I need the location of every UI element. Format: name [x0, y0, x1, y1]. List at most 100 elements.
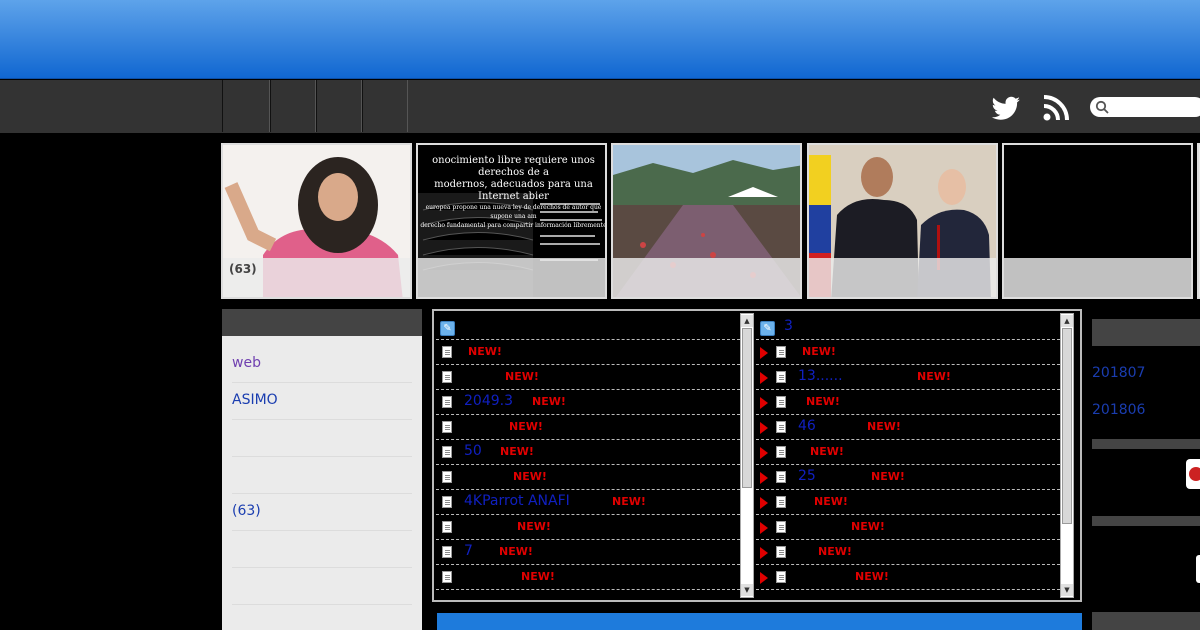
feed-row[interactable]: 2049.3 NEW! [436, 390, 740, 415]
document-icon [776, 371, 786, 383]
arrow-icon [760, 447, 768, 459]
archive-link[interactable]: 201806 [1092, 402, 1145, 418]
document-icon [442, 571, 452, 583]
new-badge: NEW! [521, 570, 555, 583]
nav-tab-1[interactable] [222, 80, 270, 132]
scroll-thumb[interactable] [1062, 328, 1072, 524]
feed-header: ✎ 3 [756, 315, 1060, 340]
new-badge: NEW! [517, 520, 551, 533]
thumbnail-caption [613, 258, 800, 297]
feed-link[interactable]: 13...... [798, 368, 843, 384]
document-icon [776, 521, 786, 533]
arrow-icon [760, 372, 768, 384]
new-badge: NEW! [810, 445, 844, 458]
feed-row[interactable]: NEW! [436, 565, 740, 590]
arrow-icon [760, 547, 768, 559]
feed-row[interactable]: NEW! [756, 515, 1060, 540]
sidebar-item[interactable]: (63) [232, 503, 261, 519]
arrow-icon [760, 422, 768, 434]
new-badge: NEW! [867, 420, 901, 433]
feed-row[interactable]: NEW! [756, 440, 1060, 465]
new-badge: NEW! [532, 395, 566, 408]
feed-link[interactable]: 2049.3 [464, 393, 513, 409]
feed-link[interactable]: 4KParrot ANAFI [464, 493, 570, 509]
arrow-icon [760, 497, 768, 509]
new-badge: NEW! [818, 545, 852, 558]
feed-row[interactable]: 13...... NEW! [756, 365, 1060, 390]
feed-link[interactable]: 50 [464, 443, 482, 459]
feed-row[interactable]: NEW! [756, 490, 1060, 515]
new-badge: NEW! [500, 445, 534, 458]
thumbnail-caption: (63) [223, 258, 410, 297]
document-icon [776, 446, 786, 458]
thumbnail-caption [809, 258, 996, 297]
document-icon [442, 371, 452, 383]
feed-row[interactable]: 4KParrot ANAFI NEW! [436, 490, 740, 515]
feed-row[interactable]: 25 NEW! [756, 465, 1060, 490]
sidebar-right-header [1092, 612, 1200, 630]
document-icon [776, 396, 786, 408]
new-badge: NEW! [802, 345, 836, 358]
headline-line: europea propone una nueva ley de derecho… [425, 204, 602, 220]
nav-tab-4[interactable] [362, 80, 408, 132]
twitter-icon[interactable] [990, 92, 1022, 124]
arrow-icon [760, 347, 768, 359]
divider [232, 456, 412, 457]
nav-tab-2[interactable] [270, 80, 316, 132]
scroll-down-button[interactable]: ▼ [741, 584, 753, 596]
thumbnail-3[interactable] [611, 143, 802, 299]
feed-row[interactable]: NEW! [756, 540, 1060, 565]
thumbnail-4[interactable] [807, 143, 998, 299]
feed-row[interactable]: 50 NEW! [436, 440, 740, 465]
feed-row[interactable]: NEW! [436, 365, 740, 390]
feed-link[interactable]: 7 [464, 543, 473, 559]
scroll-up-button[interactable]: ▲ [1061, 315, 1073, 327]
new-badge: NEW! [814, 495, 848, 508]
pen-icon: ✎ [440, 321, 455, 336]
arrow-icon [760, 472, 768, 484]
arrow-icon [760, 572, 768, 584]
scrollbar[interactable]: ▲ ▼ [740, 313, 754, 598]
document-icon [442, 346, 452, 358]
feed-link[interactable]: 46 [798, 418, 816, 434]
archive-link[interactable]: 201807 [1092, 365, 1145, 381]
feed-row[interactable]: NEW! [436, 415, 740, 440]
sidebar-item[interactable]: ASIMO [232, 392, 278, 408]
sidebar-right-divider [1092, 516, 1200, 526]
document-icon [776, 546, 786, 558]
feed-link[interactable]: 25 [798, 468, 816, 484]
rss-icon[interactable] [1040, 92, 1072, 124]
feed-row[interactable]: NEW! [756, 565, 1060, 590]
search-input[interactable] [1090, 97, 1200, 117]
headline-line: modernos, adecuados para una Internet ab… [434, 179, 593, 202]
feed-row[interactable]: NEW! [756, 340, 1060, 365]
divider [232, 604, 412, 605]
nav-tab-3[interactable] [316, 80, 362, 132]
scroll-down-button[interactable]: ▼ [1061, 584, 1073, 596]
search-icon [1095, 100, 1109, 114]
thumbnail-5[interactable] [1002, 143, 1193, 299]
scrollbar[interactable]: ▲ ▼ [1060, 313, 1074, 598]
document-icon [442, 521, 452, 533]
feed-row[interactable]: 7 NEW! [436, 540, 740, 565]
widget-edge[interactable] [1196, 555, 1200, 583]
feed-row[interactable]: 46 NEW! [756, 415, 1060, 440]
sidebar-item[interactable]: web [232, 355, 261, 371]
arrow-icon [760, 522, 768, 534]
feed-row[interactable]: NEW! [436, 340, 740, 365]
sidebar-right-divider [1092, 439, 1200, 449]
new-badge: NEW! [505, 370, 539, 383]
feed-row[interactable]: NEW! [436, 465, 740, 490]
thumbnail-2[interactable]: onocimiento libre requiere unos derechos… [416, 143, 607, 299]
scroll-up-button[interactable]: ▲ [741, 315, 753, 327]
pen-icon: ✎ [760, 321, 775, 336]
feed-right: ✎ 3 NEW! 13...... NEW! NEW! 46 NEW! NEW! 25 NEW!… [756, 313, 1074, 598]
feed-row[interactable]: NEW! [756, 390, 1060, 415]
widget-icon[interactable] [1186, 459, 1200, 489]
headline-line: onocimiento libre requiere unos derechos… [432, 155, 595, 178]
feed-row[interactable]: NEW! [436, 515, 740, 540]
feed-count[interactable]: 3 [784, 318, 793, 334]
thumbnail-1[interactable]: (63) [221, 143, 412, 299]
content-header-bar [437, 613, 1082, 630]
scroll-thumb[interactable] [742, 328, 752, 488]
